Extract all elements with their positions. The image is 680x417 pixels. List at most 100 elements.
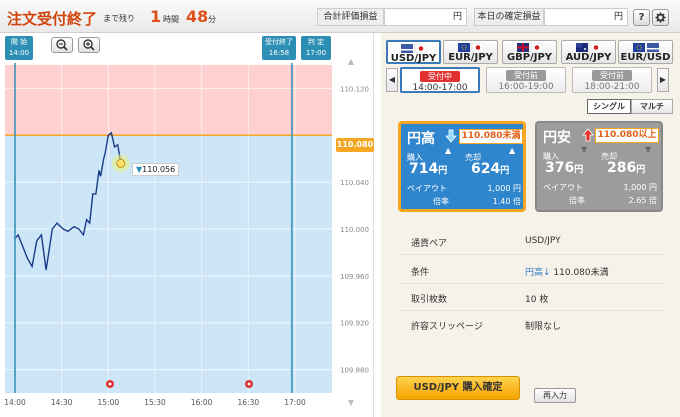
entry-rate-label: ▼110.056 — [132, 163, 180, 176]
y-axis: 110.120 110.040 110.000 109.960 109.920 109.8… — [340, 85, 369, 374]
session-time: 14:00-17:00 — [412, 83, 468, 93]
pair-tab-audjpy[interactable]: AUD/JPY — [561, 40, 616, 64]
x-axis: 14:00 14:30 15:00 15:30 16:00 16:30 17:00 — [4, 398, 306, 407]
flag-eu-us-icon — [632, 43, 659, 52]
total-pl-label: 合計評価損益 — [317, 8, 384, 26]
session-tab-3[interactable]: 受付前 18:00-21:00 — [572, 67, 652, 93]
yen-high-title: 円高 — [407, 131, 435, 147]
pair-label: EUR/USD — [620, 52, 671, 63]
session-time: 18:00-21:00 — [584, 82, 640, 92]
mode-single-button[interactable]: シングル — [587, 99, 631, 114]
judge-marker-label: 判 定 — [307, 38, 325, 46]
yen-high-card[interactable]: 円高 110.080未満 購入 ▲ 売却 ▲ 714円 624円 ペイアウト 1,… — [398, 121, 526, 212]
current-rate-badge: 110.080 — [336, 138, 374, 152]
x-tick-label: 14:30 — [51, 398, 73, 407]
pair-label: AUD/JPY — [565, 52, 612, 63]
help-button[interactable]: ? — [633, 9, 650, 26]
pair-label: 通貨ペア — [411, 239, 448, 249]
pin-icon — [245, 380, 253, 388]
entry-rate-value: 110.056 — [142, 165, 176, 174]
gear-icon — [655, 12, 666, 23]
pair-label: GBP/JPY — [506, 52, 553, 63]
start-marker-time: 14:00 — [8, 49, 30, 57]
pair-tab-eurusd[interactable]: EUR/USD — [618, 40, 673, 64]
top-bar: 注文受付終了 まで残り 1 時間 48 分 合計評価損益 円 本日の確定損益 円… — [0, 0, 680, 33]
line-chart: 110.120 110.040 110.000 109.960 109.920 109.8… — [4, 57, 369, 407]
quantity-value: 10 枚 — [525, 295, 549, 305]
countdown-minutes: 48 — [186, 7, 209, 26]
pair-tab-eurjpy[interactable]: EUR/JPY — [443, 40, 498, 64]
start-marker-label: 開 始 — [10, 38, 28, 46]
accept-end-label: 受付終了 — [265, 38, 293, 46]
countdown-hours: 1 — [150, 7, 162, 26]
condition-direction: 円高↓ — [525, 268, 551, 278]
ratio-value: 2.65 倍 — [628, 196, 657, 205]
y-scroll-down[interactable]: ▼ — [348, 398, 355, 407]
ratio-label: 倍率 — [569, 196, 585, 205]
y-scroll-up[interactable]: ▲ — [348, 57, 355, 66]
payout-value: 1,000 円 — [487, 184, 521, 193]
ratio-label: 倍率 — [433, 197, 449, 206]
today-pl-label: 本日の確定損益 — [474, 8, 544, 26]
slippage-value: 制限なし — [525, 322, 562, 332]
pair-label: USD/JPY — [390, 53, 437, 64]
sell-price[interactable]: 624円 — [471, 161, 509, 177]
flag-gb-jp-icon — [516, 43, 543, 52]
ratio-value: 1.40 倍 — [492, 197, 521, 206]
session-prev-button[interactable]: ◀ — [386, 68, 398, 92]
condition-value: 110.080未満 — [553, 268, 609, 278]
session-time: 16:00-19:00 — [498, 82, 554, 92]
y-tick-label: 110.040 — [340, 179, 369, 187]
session-next-button[interactable]: ▶ — [657, 68, 669, 92]
chevron-right-icon: ▶ — [659, 75, 667, 84]
entry-point — [116, 158, 126, 168]
x-tick-label: 15:00 — [98, 398, 120, 407]
y-tick-label: 109.960 — [340, 273, 369, 281]
start-marker: 開 始 14:00 — [5, 36, 33, 60]
x-tick-label: 16:30 — [238, 398, 260, 407]
y-tick-label: 110.000 — [340, 226, 369, 234]
accept-end-time: 16:58 — [268, 49, 290, 57]
session-tab-2[interactable]: 受付前 16:00-19:00 — [486, 67, 566, 93]
triangle-down-icon: ▼ — [645, 145, 652, 154]
buy-price[interactable]: 714円 — [409, 161, 447, 177]
x-tick-label: 16:00 — [191, 398, 213, 407]
session-status: 受付前 — [506, 70, 546, 81]
flag-us-jp-icon — [400, 44, 427, 53]
yen-low-threshold: 110.080以上 — [595, 128, 659, 143]
triangle-down-icon: ▼ — [581, 145, 588, 154]
flag-au-jp-icon — [575, 43, 602, 52]
re-enter-button[interactable]: 再入力 — [534, 388, 576, 403]
flag-eu-jp-icon — [457, 43, 484, 52]
settings-button[interactable] — [652, 9, 669, 26]
pair-tab-gbpjpy[interactable]: GBP/JPY — [502, 40, 557, 64]
pair-value: USD/JPY — [525, 236, 561, 246]
y-tick-label: 109.880 — [340, 367, 369, 375]
order-status-title: 注文受付終了 — [7, 10, 98, 28]
session-status: 受付前 — [592, 70, 632, 81]
pair-tab-usdjpy[interactable]: USD/JPY — [386, 40, 441, 64]
pair-label: EUR/JPY — [448, 52, 493, 63]
hours-unit: 時間 — [163, 15, 179, 24]
minutes-unit: 分 — [208, 15, 216, 24]
payout-label: ペイアウト — [543, 183, 583, 192]
accept-end-marker: 受付終了 16:58 — [262, 36, 296, 60]
mode-multi-button[interactable]: マルチ — [631, 99, 673, 114]
yen-high-threshold: 110.080未満 — [459, 129, 523, 144]
condition-label: 条件 — [411, 268, 430, 278]
yen-low-card[interactable]: 円安 110.080以上 購入 ▼ 売却 ▼ 376円 286円 ペイアウト 1,… — [535, 121, 663, 212]
judge-marker-time: 17:00 — [305, 49, 327, 57]
triangle-up-icon: ▲ — [509, 146, 516, 155]
quantity-label: 取引枚数 — [411, 295, 448, 305]
session-tab-1[interactable]: 受付中 14:00-17:00 — [400, 67, 480, 93]
arrow-down-icon — [445, 129, 457, 143]
sell-price[interactable]: 286円 — [607, 160, 645, 176]
pin-icon — [106, 380, 114, 388]
buy-price[interactable]: 376円 — [545, 160, 583, 176]
confirm-purchase-button[interactable]: USD/JPY 購入確定 — [396, 376, 520, 400]
x-tick-label: 17:00 — [284, 398, 306, 407]
session-status: 受付中 — [420, 71, 460, 82]
y-tick-label: 109.920 — [340, 320, 369, 328]
today-pl-value: 円 — [544, 8, 628, 26]
triangle-up-icon: ▲ — [445, 146, 452, 155]
